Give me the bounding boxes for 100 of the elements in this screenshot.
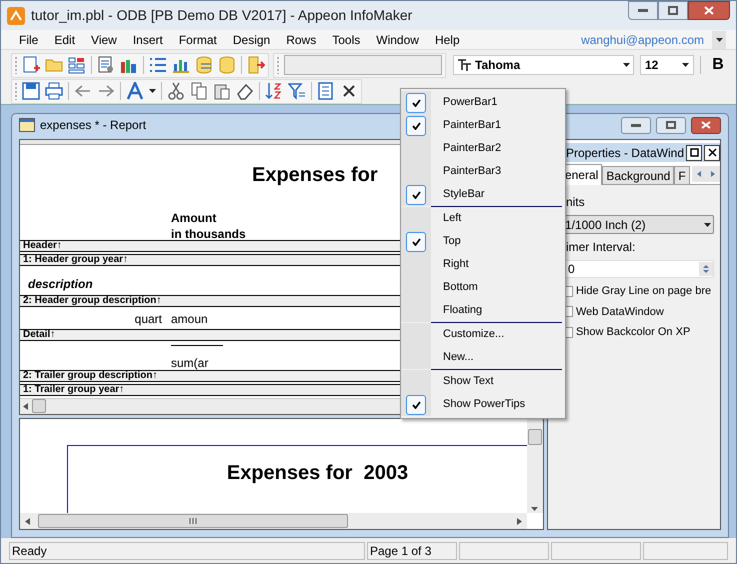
text-field[interactable] — [284, 55, 442, 75]
menu-item[interactable]: File — [11, 30, 46, 48]
checkbox-label: Show Backcolor On XP — [576, 325, 690, 340]
database-icon[interactable] — [195, 56, 213, 74]
menu-item[interactable]: Tools — [324, 30, 368, 48]
menu-item[interactable]: View — [83, 30, 125, 48]
column-header: Amount — [171, 210, 216, 227]
maximize-icon — [690, 148, 698, 157]
bold-button[interactable]: B — [707, 55, 729, 75]
minimize-icon — [638, 8, 648, 12]
minimize-icon — [631, 124, 641, 126]
report-title: Expenses for 2003 — [226, 461, 408, 486]
close-button[interactable] — [691, 116, 721, 134]
font-dropdown[interactable]: Tahoma — [453, 55, 634, 75]
scrollbar-thumb[interactable] — [38, 514, 348, 528]
left-arrow-icon[interactable] — [23, 402, 28, 410]
size-dropdown[interactable]: 12 — [640, 55, 694, 75]
close-icon — [701, 121, 711, 129]
window-title: tutor_im.pbl - ODB [PB Demo DB V2017] - Appeon InfoMaker — [31, 6, 412, 25]
caret-icon[interactable] — [149, 89, 156, 93]
dropdown-button[interactable] — [712, 30, 726, 48]
menu-item[interactable]: Rows — [278, 30, 324, 48]
right-arrow-icon — [711, 171, 715, 177]
caret-icon — [682, 63, 689, 67]
scissors-icon[interactable] — [167, 82, 185, 100]
menu-item[interactable]: Format — [170, 30, 225, 48]
new-document-icon[interactable] — [22, 56, 40, 74]
grip-icon — [189, 518, 197, 524]
field-name: quart — [134, 310, 162, 328]
report-icon — [19, 118, 35, 132]
report-title: Expenses for — [252, 162, 378, 188]
down-arrow-icon[interactable] — [531, 507, 538, 511]
field-label: imer Interval: — [564, 239, 636, 256]
scroll-left-button[interactable] — [692, 166, 706, 182]
menu-item[interactable]: Show Text — [401, 370, 565, 393]
status-text: Page 1 of 3 — [367, 542, 457, 560]
menu-item[interactable]: Design — [224, 30, 278, 48]
menu-item[interactable]: Show PowerTips — [401, 393, 565, 416]
close-icon — [708, 148, 716, 157]
caret-icon — [623, 63, 630, 67]
menu-item[interactable]: Left — [401, 207, 565, 230]
line — [171, 344, 223, 346]
print-icon[interactable] — [45, 82, 63, 100]
copy-icon[interactable] — [190, 82, 208, 100]
field-name: amoun — [171, 310, 208, 328]
scroll-right-button[interactable] — [706, 166, 720, 182]
menu-item[interactable]: Help — [426, 30, 468, 48]
caret-icon — [704, 222, 711, 226]
menu-item[interactable]: PainterBar1 — [401, 114, 565, 137]
list-icon[interactable] — [149, 56, 167, 74]
field-name: sum(ar — [171, 354, 208, 372]
app-icon — [7, 6, 25, 24]
status-text: Ready — [9, 542, 365, 560]
eraser-icon[interactable] — [236, 82, 254, 100]
menu-item[interactable]: StyleBar — [401, 183, 565, 206]
scrollbar-thumb[interactable] — [32, 399, 46, 414]
close-button[interactable] — [704, 144, 720, 160]
tab[interactable]: Background — [602, 166, 674, 184]
grid-icon[interactable] — [68, 56, 86, 74]
menu-item[interactable]: Window — [368, 30, 427, 48]
caret-icon — [716, 38, 722, 42]
window-title: expenses * - Report — [40, 117, 146, 134]
maximize-button[interactable] — [686, 144, 702, 160]
menu-item[interactable]: Edit — [46, 30, 84, 48]
sort-icon[interactable] — [265, 82, 283, 100]
checkbox-label: Hide Gray Line on page bre — [576, 284, 712, 299]
menu-item[interactable]: Insert — [124, 30, 171, 48]
menu-item[interactable]: PainterBar2 — [401, 137, 565, 160]
text-color-icon[interactable] — [126, 82, 144, 100]
checkbox-label: Web DataWindow — [576, 304, 664, 320]
minimize-button[interactable] — [628, 1, 658, 20]
right-arrow-icon[interactable] — [516, 518, 522, 524]
filter-icon[interactable] — [288, 82, 306, 100]
maximize-icon — [666, 121, 676, 129]
exit-icon[interactable] — [247, 56, 265, 74]
save-icon[interactable] — [22, 82, 40, 100]
maximize-icon — [668, 6, 678, 15]
menu-item[interactable]: PowerBar1 — [401, 91, 565, 114]
horizontal-scrollbar[interactable] — [20, 513, 527, 529]
close-icon — [704, 6, 714, 15]
left-arrow-icon[interactable] — [25, 518, 30, 524]
spinner-icon[interactable] — [699, 262, 713, 276]
close-button[interactable] — [688, 1, 730, 20]
document-icon[interactable] — [317, 82, 335, 100]
field-label: nits — [564, 194, 586, 211]
panel-title: Properties - DataWind — [566, 144, 684, 162]
menu-item[interactable]: New... — [401, 346, 565, 369]
tab[interactable]: F — [674, 166, 690, 184]
left-arrow-icon — [697, 171, 701, 177]
font-icon — [457, 58, 472, 72]
paste-icon[interactable] — [213, 82, 231, 100]
menu-item[interactable]: Customize... — [401, 323, 565, 346]
minimize-button[interactable] — [621, 116, 651, 134]
maximize-button[interactable] — [656, 116, 686, 134]
maximize-button[interactable] — [658, 1, 688, 20]
user-link[interactable]: wanghui@appeon.com — [581, 30, 704, 48]
report-icon[interactable] — [97, 56, 115, 74]
vertical-scrollbar[interactable] — [526, 419, 543, 513]
menu-item[interactable]: Floating — [401, 299, 565, 322]
scrollbar-thumb[interactable] — [528, 429, 542, 445]
